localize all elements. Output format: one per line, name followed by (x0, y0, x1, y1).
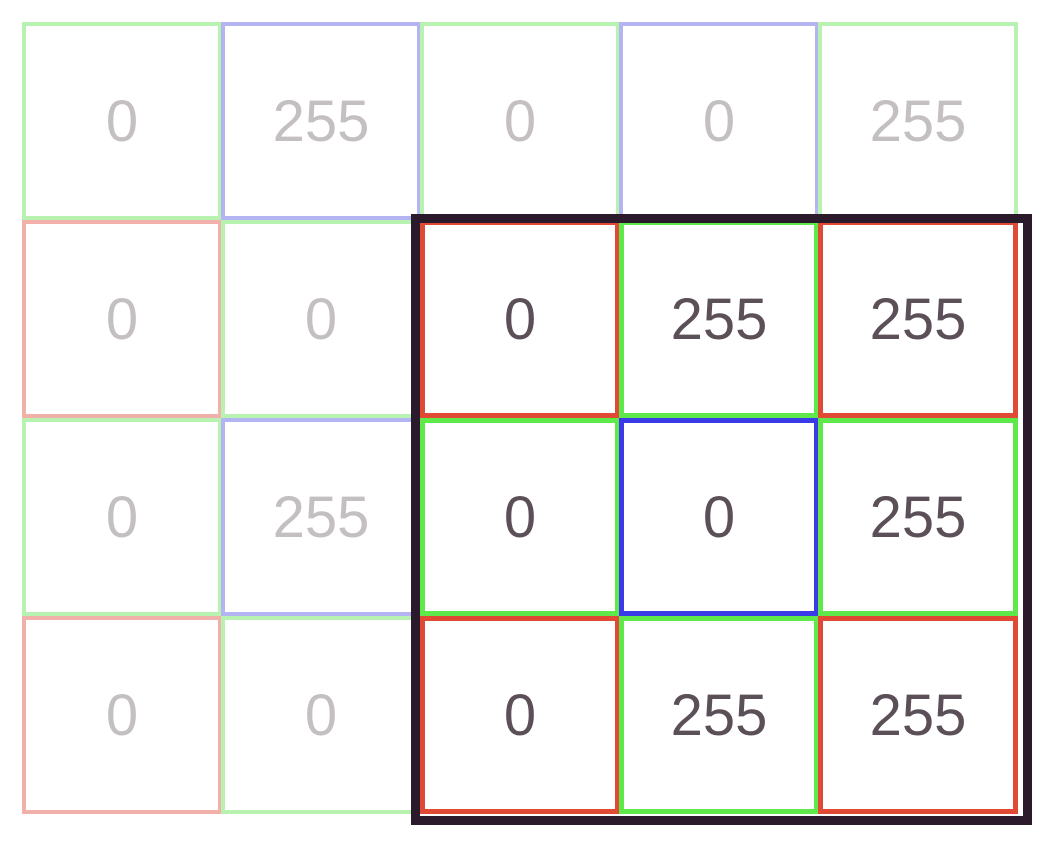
pixel-cell-r1-c3: 0 (420, 22, 620, 220)
pixel-cell-r1-c1: 0 (22, 22, 222, 220)
pixel-cell-r4-c2: 0 (221, 616, 421, 814)
pixel-cell-r4-c4: 255 (619, 616, 819, 814)
pixel-cell-r3-c5: 255 (818, 418, 1018, 616)
pixel-cell-r2-c4: 255 (619, 220, 819, 418)
pixel-cell-r2-c5: 255 (818, 220, 1018, 418)
pixel-cell-r4-c5: 255 (818, 616, 1018, 814)
pixel-cell-r3-c1: 0 (22, 418, 222, 616)
pixel-cell-r3-c3: 0 (420, 418, 620, 616)
pixel-cell-r2-c3: 0 (420, 220, 620, 418)
pixel-cell-r2-c1: 0 (22, 220, 222, 418)
pixel-cell-r3-c2: 255 (221, 418, 421, 616)
pixel-cell-r1-c4: 0 (619, 22, 819, 220)
pixel-cell-r4-c3: 0 (420, 616, 620, 814)
bayer-pixel-grid: 0 255 0 0 255 0 0 0 255 255 0 255 0 0 255 0 0 0 255 255 (0, 0, 1050, 846)
pixel-cell-r3-c4: 0 (619, 418, 819, 616)
pixel-cell-r1-c5: 255 (818, 22, 1018, 220)
pixel-cell-r4-c1: 0 (22, 616, 222, 814)
pixel-cell-r1-c2: 255 (221, 22, 421, 220)
pixel-cell-r2-c2: 0 (221, 220, 421, 418)
